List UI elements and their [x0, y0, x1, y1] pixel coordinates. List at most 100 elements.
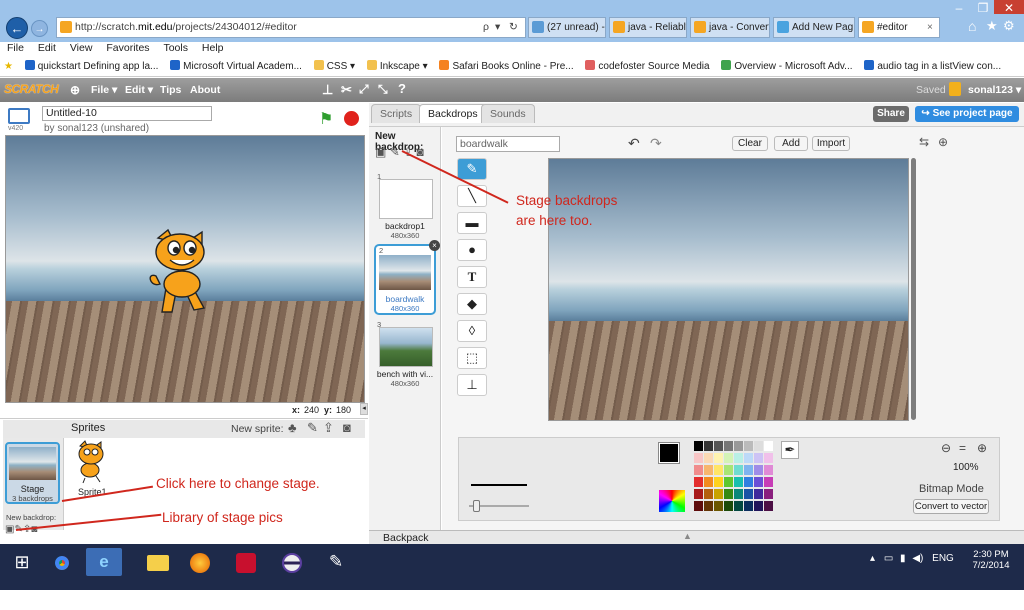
scratch-cat-sprite[interactable]: [146, 228, 221, 316]
back-button[interactable]: ←: [6, 17, 28, 39]
redo-icon[interactable]: ↷: [650, 135, 662, 152]
primary-color-swatch[interactable]: [658, 442, 680, 464]
dropdown-icon[interactable]: ▾: [495, 18, 500, 37]
clock[interactable]: 2:30 PM 7/2/2014: [968, 549, 1014, 571]
settings-gear-icon[interactable]: ⚙: [1003, 18, 1015, 34]
upload-sprite-icon[interactable]: ⇪: [323, 420, 334, 436]
scratch-logo[interactable]: SCRATCH: [4, 82, 59, 96]
backdrop-library-icon[interactable]: ▣: [375, 145, 386, 159]
fill-tool-icon[interactable]: ◆: [457, 293, 487, 315]
stage-canvas[interactable]: [5, 135, 365, 403]
palette-swatch[interactable]: [764, 501, 773, 511]
scratch-menu-tips[interactable]: Tips: [160, 84, 181, 96]
eclipse-icon[interactable]: [274, 548, 310, 576]
acrobat-icon[interactable]: [228, 548, 264, 576]
search-icon[interactable]: ρ: [483, 18, 489, 37]
palette-swatch[interactable]: [714, 501, 723, 511]
palette-swatch[interactable]: [754, 501, 763, 511]
color-palette[interactable]: [694, 441, 776, 515]
tab-backdrops[interactable]: Backdrops: [419, 104, 487, 123]
palette-swatch[interactable]: [744, 465, 753, 475]
palette-swatch[interactable]: [724, 465, 733, 475]
backpack-bar[interactable]: Backpack ▲: [369, 530, 1024, 544]
palette-swatch[interactable]: [754, 453, 763, 463]
palette-swatch[interactable]: [744, 441, 753, 451]
menu-help[interactable]: Help: [202, 42, 224, 54]
palette-swatch[interactable]: [754, 477, 763, 487]
palette-swatch[interactable]: [704, 477, 713, 487]
fav-codefoster[interactable]: codefoster Source Media: [585, 57, 710, 76]
convert-to-vector-button[interactable]: Convert to vector: [913, 499, 989, 514]
camera-backdrop-icon[interactable]: ◙: [31, 524, 37, 535]
palette-swatch[interactable]: [734, 465, 743, 475]
forward-button[interactable]: →: [31, 20, 48, 37]
palette-swatch[interactable]: [704, 489, 713, 499]
delete-scissors-icon[interactable]: ✂: [341, 82, 352, 98]
clear-button[interactable]: Clear: [732, 136, 768, 151]
eraser-tool-icon[interactable]: ◊: [457, 320, 487, 342]
firefox-icon[interactable]: [182, 548, 218, 576]
text-tool-icon[interactable]: T: [457, 266, 487, 288]
palette-swatch[interactable]: [724, 477, 733, 487]
color-picker-icon[interactable]: [659, 490, 685, 512]
undo-icon[interactable]: ↶: [628, 135, 640, 152]
brush-tool-icon[interactable]: ✎: [457, 158, 487, 180]
windows-start-icon[interactable]: ⊞: [4, 548, 40, 576]
volume-icon[interactable]: ◀): [912, 553, 923, 564]
palette-swatch[interactable]: [694, 477, 703, 487]
palette-swatch[interactable]: [714, 477, 723, 487]
canvas-scrollbar[interactable]: [911, 158, 916, 420]
palette-swatch[interactable]: [694, 453, 703, 463]
green-flag-icon[interactable]: ⚑: [319, 109, 333, 129]
costume-name-input[interactable]: boardwalk: [456, 136, 560, 152]
chrome-icon[interactable]: [44, 548, 80, 576]
menu-tools[interactable]: Tools: [163, 42, 188, 54]
stamp-tool-icon[interactable]: ⊥: [457, 374, 487, 396]
fav-audio-tag[interactable]: audio tag in a listView con...: [864, 57, 1001, 76]
zoom-in-icon[interactable]: ⊕: [977, 441, 987, 455]
palette-swatch[interactable]: [704, 441, 713, 451]
camera-sprite-icon[interactable]: ◙: [343, 420, 351, 435]
globe-icon[interactable]: ⊕: [70, 83, 80, 97]
palette-swatch[interactable]: [744, 453, 753, 463]
rectangle-tool-icon[interactable]: ▬: [457, 212, 487, 234]
menu-file[interactable]: File: [7, 42, 24, 54]
palette-swatch[interactable]: [734, 489, 743, 499]
tab-sounds[interactable]: Sounds: [481, 104, 535, 123]
palette-swatch[interactable]: [694, 441, 703, 451]
menu-view[interactable]: View: [70, 42, 93, 54]
help-icon[interactable]: ?: [398, 81, 406, 96]
palette-swatch[interactable]: [714, 441, 723, 451]
sprite1-thumbnail[interactable]: [74, 440, 108, 484]
favorites-star-icon[interactable]: ★: [986, 18, 998, 34]
home-icon[interactable]: ⌂: [968, 18, 976, 34]
favorites-add-icon[interactable]: ★: [4, 57, 13, 76]
network-icon[interactable]: ▮: [900, 553, 906, 564]
palette-swatch[interactable]: [714, 453, 723, 463]
paint-app-icon[interactable]: ✎: [318, 548, 354, 576]
eyedropper-icon[interactable]: ✒: [781, 441, 799, 459]
palette-swatch[interactable]: [704, 453, 713, 463]
set-costume-center-icon[interactable]: ⊕: [938, 135, 948, 149]
tab-java-convert[interactable]: java - Convert...: [690, 17, 770, 38]
presentation-mode-icon[interactable]: [8, 108, 30, 124]
palette-swatch[interactable]: [744, 501, 753, 511]
share-button[interactable]: Share: [873, 106, 909, 122]
delete-backdrop-icon[interactable]: ×: [429, 240, 440, 251]
show-hidden-icons-icon[interactable]: ▴: [870, 553, 875, 564]
project-title-input[interactable]: Untitled-10: [42, 106, 212, 121]
scratch-menu-file[interactable]: File ▾: [91, 84, 117, 96]
grow-icon[interactable]: ⤢: [359, 82, 369, 97]
palette-swatch[interactable]: [724, 501, 733, 511]
fav-css[interactable]: CSS ▾: [313, 57, 355, 76]
address-bar[interactable]: http://scratch.mit.edu/projects/24304012…: [56, 17, 526, 38]
collapse-stage-button[interactable]: ◂: [360, 403, 368, 415]
tab-add-new-page[interactable]: Add New Pag...: [773, 17, 855, 38]
palette-swatch[interactable]: [764, 477, 773, 487]
palette-swatch[interactable]: [694, 465, 703, 475]
palette-swatch[interactable]: [704, 465, 713, 475]
backdrop-item-selected[interactable]: 2 boardwalk 480x360 ×: [374, 240, 440, 315]
backpack-expand-icon[interactable]: ▲: [683, 531, 692, 541]
palette-swatch[interactable]: [714, 465, 723, 475]
fav-inkscape[interactable]: Inkscape ▾: [366, 57, 428, 76]
